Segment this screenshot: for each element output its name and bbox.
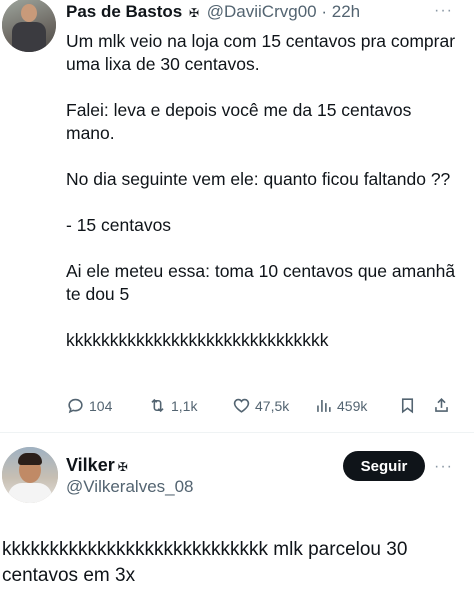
tweet-header: Pas de Bastos ✠ @DaviiCrvg00 · 22h <box>66 2 360 22</box>
avatar-shirt <box>12 22 46 52</box>
views-icon <box>317 399 331 412</box>
tweet-paragraph: Falei: leva e depois você me da 15 centa… <box>66 100 412 143</box>
tweet-paragraph: No dia seguinte vem ele: quanto ficou fa… <box>66 169 451 189</box>
more-options-icon[interactable]: ··· <box>434 2 453 20</box>
badge-icon: ✠ <box>188 6 200 20</box>
author-handle[interactable]: @DaviiCrvg00 <box>207 2 317 21</box>
tweet: Pas de Bastos ✠ @DaviiCrvg00 · 22h ··· U… <box>0 0 474 432</box>
avatar[interactable] <box>2 0 56 52</box>
more-options-icon[interactable]: ··· <box>434 458 453 476</box>
views-count: 459k <box>337 397 368 414</box>
reply-author-name[interactable]: Vilker <box>66 455 115 475</box>
like-count: 47,5k <box>255 397 290 414</box>
avatar-shirt <box>8 483 52 503</box>
reply-avatar[interactable] <box>2 447 58 503</box>
reply-button[interactable]: 104 <box>66 396 112 415</box>
like-button[interactable]: 47,5k <box>232 396 289 415</box>
avatar-hair <box>18 453 42 465</box>
tweet-text: Um mlk veio na loja com 15 centavos pra … <box>66 30 456 352</box>
follow-button[interactable]: Seguir <box>343 451 425 481</box>
separator-dot: · <box>321 2 328 21</box>
views-button[interactable]: 459k <box>314 396 367 415</box>
author-name[interactable]: Pas de Bastos <box>66 2 182 21</box>
tweet-time[interactable]: 22h <box>332 2 360 21</box>
reply-count: 104 <box>89 397 113 414</box>
tweet-paragraph: Ai ele meteu essa: toma 10 centavos que … <box>66 261 456 304</box>
reply-text: kkkkkkkkkkkkkkkkkkkkkkkkkkkk mlk parcelo… <box>2 539 408 586</box>
reply-author: Vilker ✠ <box>66 455 128 476</box>
avatar-head <box>21 4 37 22</box>
bookmark-button[interactable] <box>398 396 417 415</box>
retweet-button[interactable]: 1,1k <box>148 396 197 415</box>
bookmark-icon <box>401 398 414 414</box>
heart-icon <box>233 398 250 413</box>
tweet-paragraph: Um mlk veio na loja com 15 centavos pra … <box>66 31 456 74</box>
share-button[interactable] <box>432 396 451 415</box>
retweet-icon <box>151 398 164 413</box>
comment-icon <box>68 398 83 414</box>
divider <box>0 432 474 433</box>
tweet-paragraph: - 15 centavos <box>66 215 172 235</box>
badge-icon: ✠ <box>117 460 128 474</box>
reply-author-handle[interactable]: @Vilkeralves_08 <box>66 477 194 497</box>
tweet-actions: 104 1,1k 47,5k 459k <box>66 396 456 416</box>
tweet-paragraph: kkkkkkkkkkkkkkkkkkkkkkkkkkkkkk <box>66 330 329 350</box>
share-icon <box>435 398 448 412</box>
retweet-count: 1,1k <box>171 397 198 414</box>
